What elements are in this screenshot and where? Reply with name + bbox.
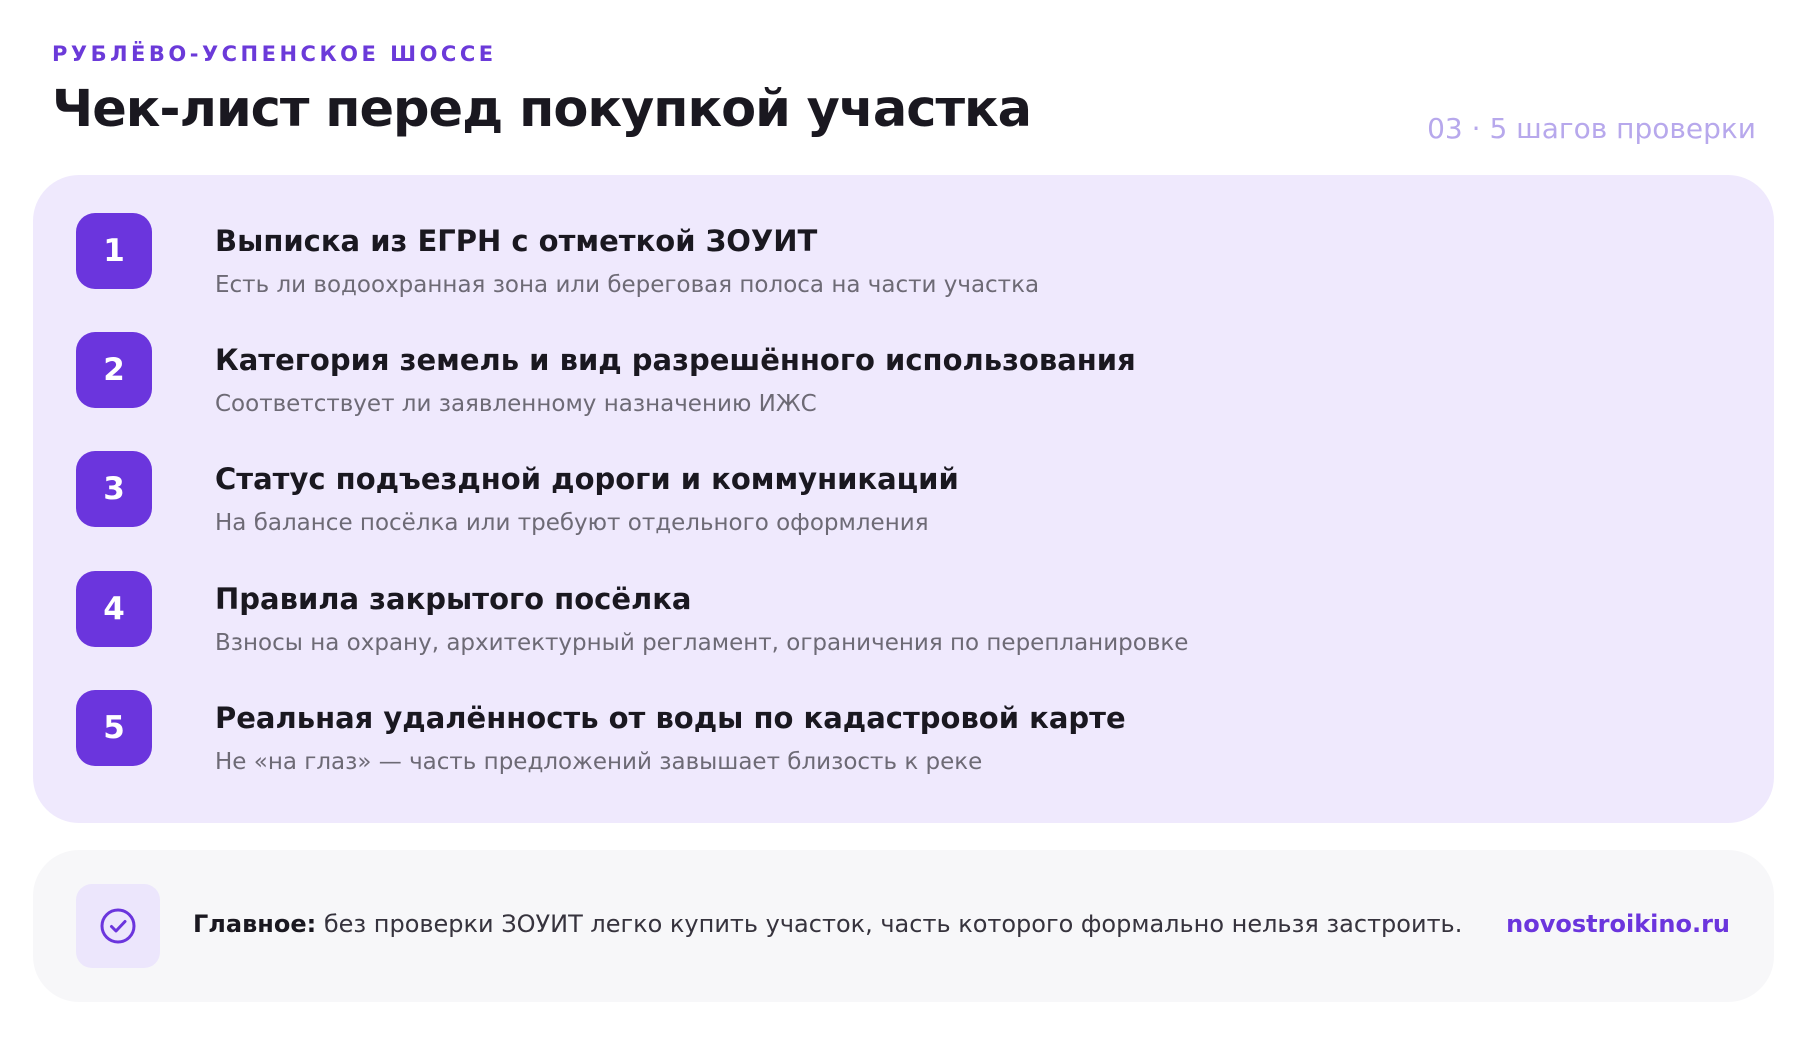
key-takeaway-body: без проверки ЗОУИТ легко купить участок,… [316,910,1463,938]
step-description: Соответствует ли заявленному назначению … [215,391,817,417]
key-takeaway-text: Главное: без проверки ЗОУИТ легко купить… [193,910,1462,938]
step-title: Категория земель и вид разрешённого испо… [215,343,1136,377]
checklist-panel: 1 Выписка из ЕГРН с отметкой ЗОУИТ Есть … [33,175,1774,823]
key-takeaway-label: Главное: [193,910,317,938]
step-number-badge: 3 [76,451,152,527]
step-description: Не «на глаз» — часть предложений завышае… [215,749,983,775]
step-title: Статус подъездной дороги и коммуникаций [215,462,959,496]
key-takeaway-card: Главное: без проверки ЗОУИТ легко купить… [33,850,1774,1002]
step-title: Выписка из ЕГРН с отметкой ЗОУИТ [215,224,818,258]
check-circle-icon [76,884,160,968]
step-number-badge: 5 [76,690,152,766]
step-description: Взносы на охрану, архитектурный регламен… [215,630,1189,656]
section-kicker: РУБЛЁВО-УСПЕНСКОЕ ШОССЕ [52,42,497,66]
step-number-badge: 2 [76,332,152,408]
step-description: На балансе посёлка или требуют отдельног… [215,510,929,536]
step-count-label: 03 · 5 шагов проверки [1427,112,1756,145]
step-number-badge: 4 [76,571,152,647]
page-title: Чек-лист перед покупкой участка [52,80,1032,139]
step-title: Правила закрытого посёлка [215,582,692,616]
step-number-badge: 1 [76,213,152,289]
step-description: Есть ли водоохранная зона или береговая … [215,272,1040,298]
checklist-page: РУБЛЁВО-УСПЕНСКОЕ ШОССЕ Чек-лист перед п… [0,0,1800,1062]
step-title: Реальная удалённость от воды по кадастро… [215,701,1126,735]
site-link[interactable]: novostroikino.ru [1506,910,1730,938]
